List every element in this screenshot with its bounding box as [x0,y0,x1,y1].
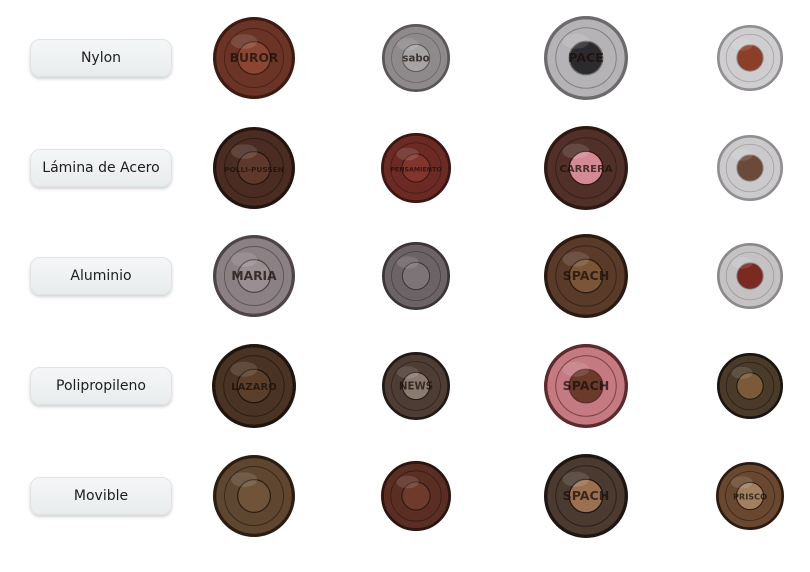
button-original-news-image: NEWS [382,352,450,420]
buttons-brand-buton-image: BUROR [213,17,295,99]
category-button[interactable]: Movible [30,477,172,515]
svg-text:PENSAMIENTO: PENSAMIENTO [390,167,442,174]
svg-text:SPACH: SPACH [563,268,610,283]
svg-text:sabo: sabo [402,53,429,64]
category-row: Movible SPACH PRISCO [0,446,810,546]
button-spach-originals-image: SPACH [544,234,628,318]
svg-text:NEWS: NEWS [399,381,433,392]
svg-text:MARIA: MARIA [231,269,277,283]
category-button[interactable]: Nylon [30,39,172,77]
button-maria-image: MARIA [213,235,295,317]
button-jeans-figure-image [213,455,295,537]
svg-text:POLLI-PUSSEN: POLLI-PUSSEN [224,165,284,174]
button-ring-copper-image [717,25,783,91]
button-pensamiento-image: PENSAMIENTO [381,133,451,203]
button-carrera-image: CARRERA [544,126,628,210]
category-row: Polipropileno LAZARO NEWS SPACH [0,336,810,436]
svg-text:PRISCO: PRISCO [733,491,767,501]
button-prisco-image: PRISCO [716,462,784,530]
svg-text:BUROR: BUROR [230,51,279,65]
svg-text:SPACH: SPACH [563,488,610,503]
svg-text:PACE: PACE [568,50,604,65]
category-row: Lámina de Acero POLLI-PUSSEN PENSAMIENTO CA… [0,118,810,218]
svg-text:LAZARO: LAZARO [231,382,277,393]
button-star-image [717,353,783,419]
category-row: Nylon BUROR sabo PACE [0,8,810,108]
button-polli-pussen-grey-image [382,242,450,310]
button-sabo-image: sabo [382,24,450,92]
button-ring-red-image [717,243,783,309]
button-spach-dark-image: SPACH [544,454,628,538]
category-button[interactable]: Aluminio [30,257,172,295]
category-button[interactable]: Lámina de Acero [30,149,172,187]
button-lazaro-image: LAZARO [212,344,296,428]
category-button[interactable]: Polipropileno [30,367,172,405]
button-stars-image [381,461,451,531]
button-spach-pink-image: SPACH [544,344,628,428]
category-row: Aluminio MARIA SPACH [0,226,810,326]
svg-text:SPACH: SPACH [563,378,610,393]
button-ring-silver-image [717,135,783,201]
button-polli-pussen-image: POLLI-PUSSEN [213,127,295,209]
svg-text:CARRERA: CARRERA [559,164,612,175]
button-pace-image: PACE [544,16,628,100]
